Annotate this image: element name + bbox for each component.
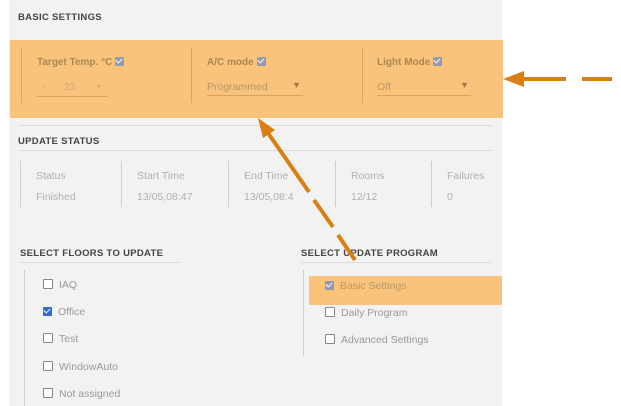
diagonal-arrow-icon <box>258 118 357 262</box>
annotation-arrows <box>258 71 612 262</box>
right-arrow-icon <box>503 71 612 87</box>
